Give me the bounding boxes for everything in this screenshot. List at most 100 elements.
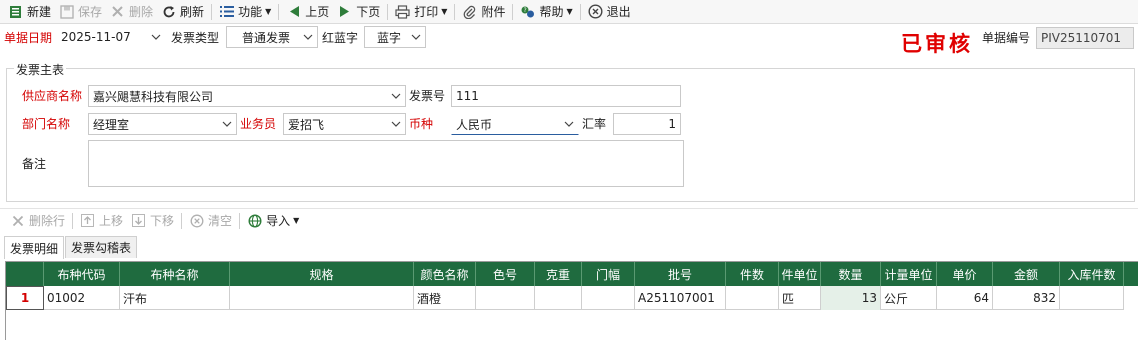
column-header[interactable]: 颜色名称 xyxy=(414,262,476,286)
column-header[interactable]: 件单位 xyxy=(779,262,821,286)
exit-label: 退出 xyxy=(606,5,631,19)
import-label: 导入 xyxy=(266,214,291,228)
column-header[interactable]: 单价 xyxy=(937,262,993,286)
column-header[interactable]: 规格 xyxy=(230,262,414,286)
save-button[interactable]: 保存 xyxy=(55,1,106,23)
invoice-no-field[interactable]: 111 xyxy=(451,85,681,107)
currency-select[interactable]: 人民币 xyxy=(451,113,579,135)
grid-header: 布种代码 布种名称 规格 颜色名称 色号 克重 门幅 批号 件数 件单位 数量 … xyxy=(6,262,1138,286)
print-button[interactable]: 打印 ▼ xyxy=(391,1,451,23)
help-menu-button[interactable]: ? 帮助 ▼ xyxy=(516,1,576,23)
column-header[interactable]: 金额 xyxy=(993,262,1060,286)
column-header[interactable]: 批号 xyxy=(635,262,726,286)
toolbar-separator xyxy=(211,3,213,20)
date-label: 单据日期 xyxy=(4,31,53,45)
chevron-down-icon xyxy=(389,117,403,131)
column-header[interactable]: 计量单位 xyxy=(881,262,937,286)
table-cell[interactable]: 01002 xyxy=(44,286,120,310)
remark-textarea[interactable] xyxy=(88,140,684,187)
table-cell[interactable] xyxy=(535,286,582,310)
table-cell[interactable]: 832 xyxy=(993,286,1060,310)
table-cell[interactable]: 汗布 xyxy=(120,286,230,310)
delete-row-button[interactable]: 删除行 xyxy=(6,210,69,232)
column-header[interactable]: 入库件数 xyxy=(1060,262,1124,286)
next-page-button[interactable]: 下页 xyxy=(333,1,384,23)
table-cell[interactable]: A251107001 xyxy=(635,286,726,310)
chevron-down-icon xyxy=(149,30,163,44)
function-menu-button[interactable]: 功能 ▼ xyxy=(215,1,275,23)
row-index-cell[interactable]: 1 xyxy=(6,286,44,310)
dept-select[interactable]: 经理室 xyxy=(88,113,237,135)
date-value: 2025-11-07 xyxy=(61,30,131,44)
delete-x-icon xyxy=(110,4,125,19)
chevron-down-icon xyxy=(389,89,403,103)
invoice-type-label: 发票类型 xyxy=(171,31,220,45)
table-cell[interactable] xyxy=(582,286,635,310)
move-up-label: 上移 xyxy=(99,214,124,228)
arrow-down-icon xyxy=(131,213,146,228)
refresh-button[interactable]: 刷新 xyxy=(157,1,208,23)
table-cell[interactable] xyxy=(230,286,414,310)
tab-invoice-reconcile[interactable]: 发票勾稽表 xyxy=(65,236,138,258)
table-cell[interactable] xyxy=(726,286,779,310)
next-page-label: 下页 xyxy=(356,5,381,19)
invoice-detail-grid: 布种代码 布种名称 规格 颜色名称 色号 克重 门幅 批号 件数 件单位 数量 … xyxy=(5,261,1138,340)
clear-circle-icon xyxy=(189,213,204,228)
red-blue-select[interactable]: 蓝字 xyxy=(364,26,426,48)
toolbar-separator xyxy=(512,3,514,20)
column-header[interactable]: 件数 xyxy=(726,262,779,286)
dropdown-caret-icon: ▼ xyxy=(441,7,448,16)
toolbar-separator xyxy=(239,212,241,229)
doc-no-field[interactable]: PIV25110701 xyxy=(1036,27,1134,49)
column-header[interactable]: 克重 xyxy=(535,262,582,286)
function-label: 功能 xyxy=(238,5,263,19)
table-row[interactable]: 1 01002 汗布 酒橙 A251107001 匹 13 公斤 64 832 xyxy=(6,286,1124,310)
column-header[interactable]: 色号 xyxy=(476,262,535,286)
save-icon xyxy=(59,4,74,19)
remark-label: 备注 xyxy=(22,157,47,171)
column-header[interactable]: 布种名称 xyxy=(120,262,230,286)
table-cell[interactable] xyxy=(476,286,535,310)
column-header-overflow xyxy=(1124,262,1138,286)
list-icon xyxy=(219,4,234,19)
column-header[interactable]: 数量 xyxy=(821,262,881,286)
column-header[interactable]: 门幅 xyxy=(582,262,635,286)
move-up-button[interactable]: 上移 xyxy=(76,210,127,232)
table-cell[interactable]: 64 xyxy=(937,286,993,310)
toolbar-separator xyxy=(387,3,389,20)
delete-button[interactable]: 删除 xyxy=(106,1,157,23)
toolbar-separator xyxy=(181,212,183,229)
table-cell[interactable]: 酒橙 xyxy=(414,286,476,310)
clear-label: 清空 xyxy=(208,214,233,228)
table-cell[interactable]: 匹 xyxy=(779,286,821,310)
tab-invoice-detail[interactable]: 发票明细 xyxy=(4,236,65,259)
rate-field[interactable]: 1 xyxy=(613,113,681,135)
new-label: 新建 xyxy=(27,5,52,19)
dropdown-caret-icon: ▼ xyxy=(566,7,573,16)
supplier-select[interactable]: 嘉兴飓慧科技有限公司 xyxy=(88,85,406,107)
salesman-select[interactable]: 爱招飞 xyxy=(283,113,406,135)
attachment-label: 附件 xyxy=(481,5,506,19)
date-picker[interactable]: 2025-11-07 xyxy=(56,26,166,48)
prev-page-label: 上页 xyxy=(305,5,330,19)
import-menu-button[interactable]: 导入 ▼ xyxy=(243,210,303,232)
column-header[interactable]: 布种代码 xyxy=(44,262,120,286)
table-cell[interactable] xyxy=(1060,286,1124,310)
dept-label: 部门名称 xyxy=(22,117,71,131)
detail-tabs: 发票明细 发票勾稽表 xyxy=(4,236,138,259)
exit-button[interactable]: 退出 xyxy=(584,1,635,23)
chevron-down-icon xyxy=(409,30,423,44)
move-down-button[interactable]: 下移 xyxy=(127,210,178,232)
dept-value: 经理室 xyxy=(93,117,130,132)
prev-page-button[interactable]: 上页 xyxy=(282,1,333,23)
svg-text:?: ? xyxy=(524,7,527,14)
table-cell[interactable]: 13 xyxy=(821,286,881,310)
invoice-type-select[interactable]: 普通发票 xyxy=(226,26,318,48)
new-button[interactable]: 新建 xyxy=(4,1,55,23)
rate-label: 汇率 xyxy=(582,117,607,131)
exit-circle-x-icon xyxy=(588,4,603,19)
table-cell[interactable]: 公斤 xyxy=(881,286,937,310)
clear-button[interactable]: 清空 xyxy=(185,210,236,232)
attachment-button[interactable]: 附件 xyxy=(458,1,509,23)
refresh-label: 刷新 xyxy=(180,5,205,19)
